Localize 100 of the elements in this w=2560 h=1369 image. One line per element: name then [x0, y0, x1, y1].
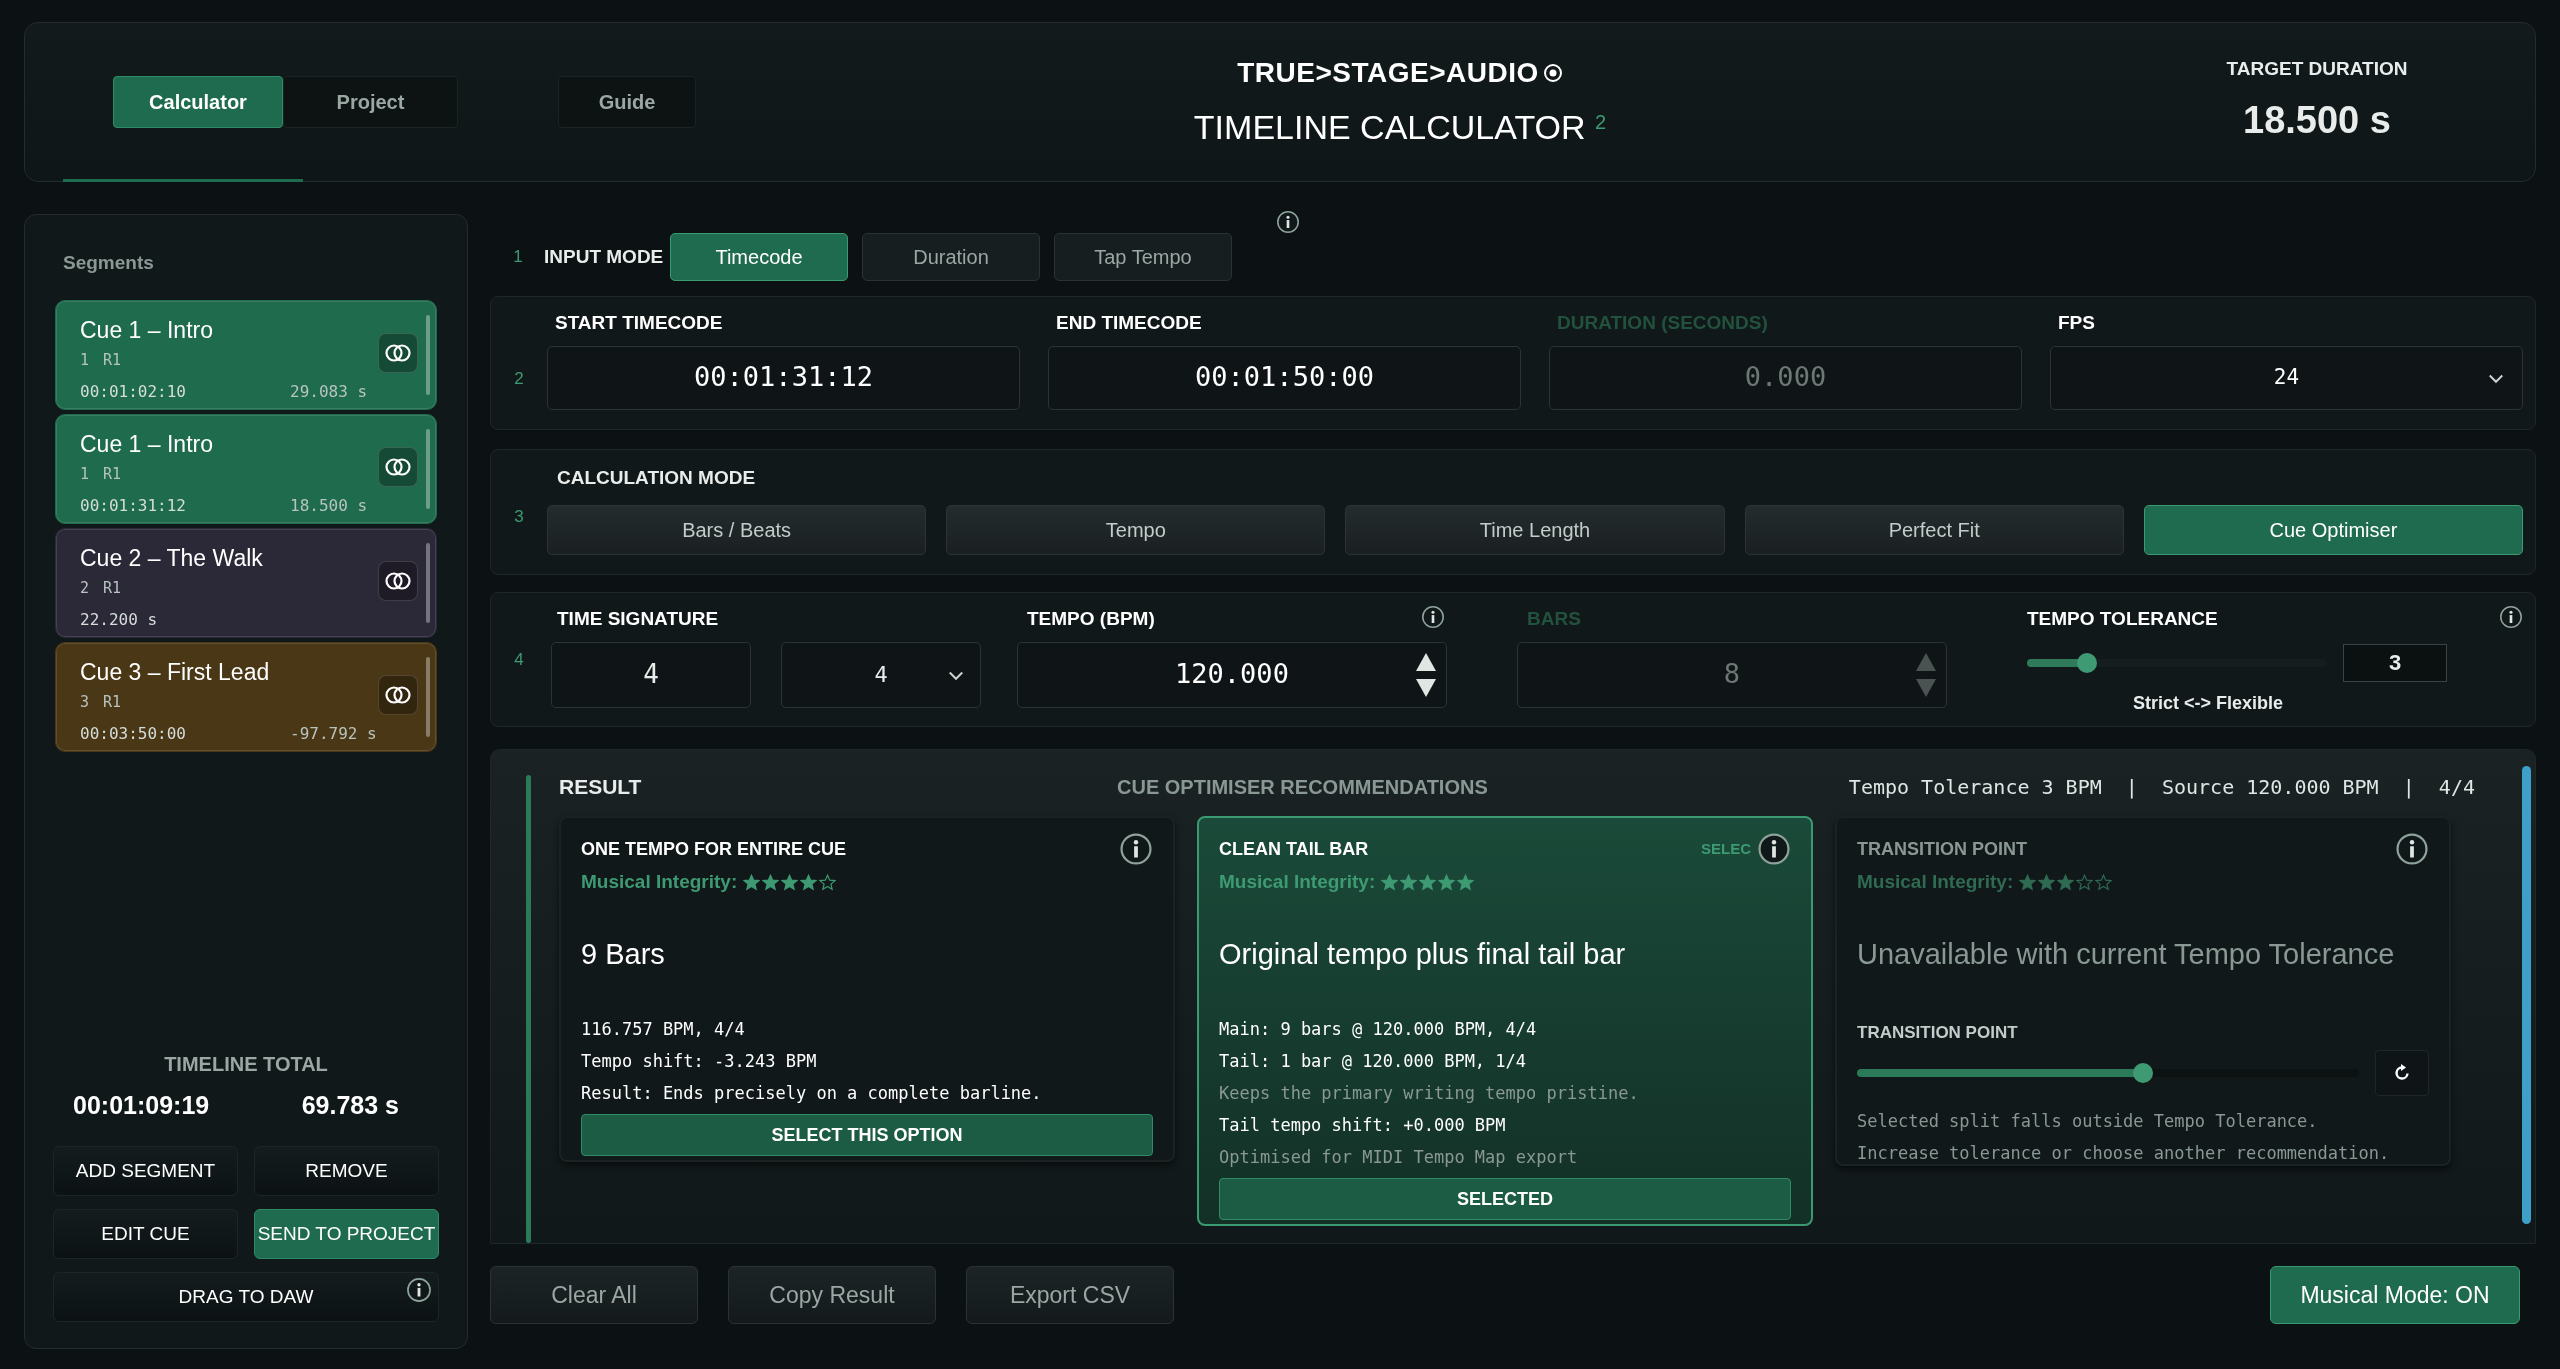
- scrollbar[interactable]: [2522, 766, 2531, 1224]
- step-number: 2: [513, 367, 525, 390]
- segment-timecode: 00:01:31:12: [80, 494, 187, 517]
- slider-thumb[interactable]: [2077, 652, 2097, 673]
- link-button[interactable]: [378, 674, 418, 715]
- star-icon: [1419, 873, 1437, 891]
- field-label: DURATION (SECONDS): [1557, 311, 1769, 335]
- input-field[interactable]: 4: [551, 641, 751, 708]
- tolerance-value-field[interactable]: 3: [2343, 643, 2447, 682]
- option-detail: Tail: 1 bar @ 120.000 BPM, 1/4: [1219, 1050, 1528, 1073]
- segment-take: R1: [103, 692, 122, 713]
- section-label: CALCULATION MODE: [557, 466, 757, 490]
- timeline-total-seconds: 69.783 s: [301, 1089, 399, 1121]
- info-button[interactable]: [1757, 832, 1791, 866]
- option-headline: 9 Bars: [581, 936, 666, 972]
- tab[interactable]: Calculator: [113, 76, 283, 128]
- segment-card[interactable]: Cue 1 – Intro 1 R1 00:01:02:10 29.083 s: [55, 299, 437, 410]
- info-icon[interactable]: [1421, 605, 1445, 629]
- recommendation-card[interactable]: [1197, 816, 1813, 1226]
- calculation-mode-button[interactable]: Bars / Beats: [547, 504, 927, 555]
- footer-button[interactable]: Clear All: [490, 1266, 698, 1324]
- segment-title: Cue 1 – Intro: [80, 315, 214, 345]
- interlocked-rings-icon: [383, 570, 413, 591]
- tolerance-slider[interactable]: [2027, 651, 2327, 674]
- interlocked-rings-icon: [383, 456, 413, 477]
- interlocked-rings-icon: [383, 684, 413, 705]
- sidebar-button[interactable]: REMOVE: [254, 1146, 439, 1196]
- transition-slider[interactable]: [1857, 1061, 2359, 1084]
- star-icon: [2019, 873, 2037, 891]
- mode-tab[interactable]: Duration: [862, 233, 1040, 281]
- segment-card[interactable]: Cue 2 – The Walk 2 R1 22.200 s: [55, 527, 437, 638]
- segment-duration: 29.083 s: [290, 380, 368, 403]
- segment-number: 1: [80, 464, 90, 485]
- star-icon: [781, 873, 799, 891]
- option-detail: Optimised for MIDI Tempo Map export: [1219, 1146, 1579, 1169]
- info-button[interactable]: [2395, 832, 2429, 866]
- star-icon: [743, 873, 761, 891]
- calculation-mode-button[interactable]: Cue Optimiser: [2143, 504, 2523, 555]
- fps-dropdown[interactable]: 24: [2050, 345, 2523, 410]
- timeline-total-timecode: 00:01:09:19: [73, 1089, 210, 1121]
- option-detail: Keeps the primary writing tempo pristine.: [1219, 1082, 1640, 1105]
- segment-duration: -97.792 s: [290, 722, 377, 745]
- footer-button[interactable]: Copy Result: [728, 1266, 936, 1324]
- segment-title: Cue 2 – The Walk: [80, 543, 264, 573]
- option-detail: Tempo shift: -3.243 BPM: [581, 1050, 818, 1073]
- sidebar-button[interactable]: EDIT CUE: [53, 1209, 238, 1259]
- calculation-mode-button[interactable]: Time Length: [1345, 504, 1725, 555]
- star-icon: [762, 873, 780, 891]
- time-signature-dropdown[interactable]: 4: [781, 641, 981, 708]
- selected-label: SELEC: [1701, 838, 1751, 859]
- integrity-label: Musical Integrity:: [581, 870, 738, 894]
- select-option-button[interactable]: SELECTED: [1219, 1178, 1791, 1220]
- link-button[interactable]: [378, 332, 418, 373]
- option-detail: Result: Ends precisely on a complete barline.: [581, 1082, 1043, 1105]
- option-title: ONE TEMPO FOR ENTIRE CUE: [581, 837, 847, 861]
- segment-card[interactable]: Cue 3 – First Lead 3 R1 00:03:50:00 -97.792 s: [55, 641, 437, 752]
- app-title: TIMELINE CALCULATOR $^{2}$: [1193, 106, 1607, 148]
- step-number: 4: [513, 648, 525, 671]
- number-stepper[interactable]: 120.000: [1017, 641, 1447, 708]
- sidebar-button[interactable]: DRAG TO DAW: [53, 1272, 439, 1322]
- recommendation-card[interactable]: TRANSITION POINT Musical Integrity: Unavailable with current Tempo Tolerance TRANSITION POINT Selected split falls outside Tempo Tolerance. Increase tolerance or choose another recommendation.: [1835, 816, 2451, 1166]
- field-label: TEMPO TOLERANCE: [2027, 607, 2218, 631]
- integrity-label: Musical Integrity:: [1857, 870, 2014, 894]
- mode-tab[interactable]: Tap Tempo: [1054, 233, 1232, 281]
- link-button[interactable]: [378, 446, 418, 487]
- recommendation-card[interactable]: ONE TEMPO FOR ENTIRE CUE Musical Integrity: 9 Bars 116.757 BPM, 4/4 Tempo shift: -3.243 BPM Result: Ends precisely on a complete barline. SELECT THIS OPTION: [559, 816, 1175, 1162]
- sidebar-button[interactable]: ADD SEGMENT: [53, 1146, 238, 1196]
- info-icon[interactable]: [1276, 210, 1300, 234]
- option-headline: Unavailable with current Tempo Tolerance: [1857, 936, 2396, 972]
- interlocked-rings-icon: [383, 342, 413, 363]
- sidebar-button[interactable]: SEND TO PROJECT: [254, 1209, 439, 1259]
- input-field: 0.000: [1549, 345, 2022, 410]
- field-label: START TIMECODE: [555, 311, 724, 335]
- option-detail: Increase tolerance or choose another recommendation.: [1857, 1141, 2391, 1165]
- reset-button[interactable]: [2375, 1049, 2429, 1096]
- slider-thumb[interactable]: [2133, 1062, 2154, 1083]
- segment-duration: 18.500 s: [290, 494, 368, 517]
- footer-button[interactable]: Export CSV: [966, 1266, 1174, 1324]
- step-number: 1: [512, 246, 524, 269]
- info-button[interactable]: [1119, 832, 1153, 866]
- option-detail: Selected split falls outside Tempo Tolerance.: [1857, 1109, 2319, 1133]
- musical-mode-toggle[interactable]: Musical Mode: ON: [2270, 1266, 2520, 1324]
- input-field[interactable]: 00:01:31:12: [547, 345, 1020, 410]
- link-button[interactable]: [378, 560, 418, 601]
- segment-card[interactable]: Cue 1 – Intro 1 R1 00:01:31:12 18.500 s: [55, 413, 437, 524]
- logo-circle-icon: [1542, 62, 1563, 83]
- input-field[interactable]: 00:01:50:00: [1048, 345, 1521, 410]
- segment-take: R1: [103, 464, 122, 485]
- info-icon[interactable]: [406, 1277, 432, 1303]
- section-label: INPUT MODE: [544, 244, 665, 269]
- tab[interactable]: Project: [283, 76, 458, 128]
- integrity-label: Musical Integrity:: [1219, 870, 1376, 894]
- calculation-mode-button[interactable]: Perfect Fit: [1744, 504, 2124, 555]
- mode-tab[interactable]: Timecode: [670, 233, 848, 281]
- field-label: END TIMECODE: [1056, 311, 1203, 335]
- target-duration-value: 18.500 s: [2243, 97, 2391, 143]
- tab[interactable]: Guide: [558, 76, 696, 128]
- select-option-button[interactable]: SELECT THIS OPTION: [581, 1114, 1153, 1156]
- info-icon[interactable]: [2499, 605, 2523, 629]
- calculation-mode-button[interactable]: Tempo: [946, 504, 1326, 555]
